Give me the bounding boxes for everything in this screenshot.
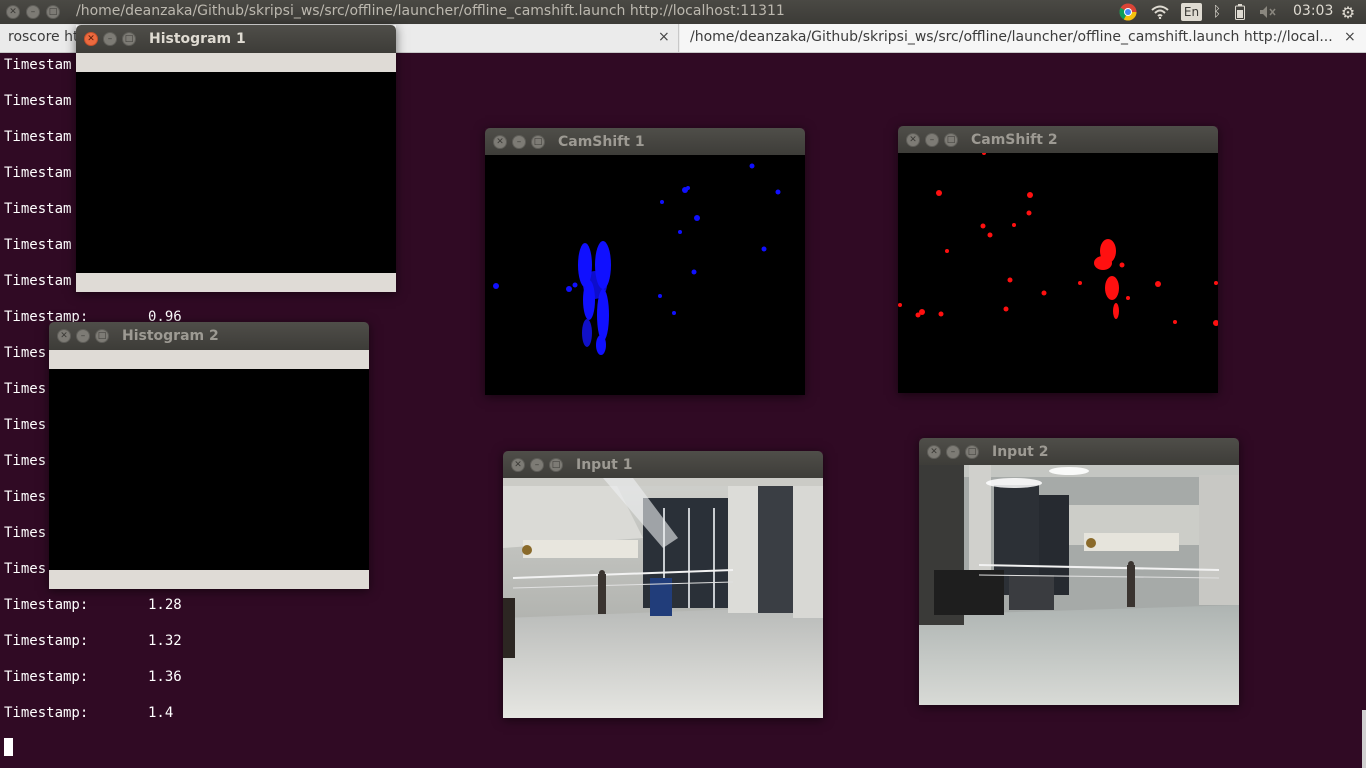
timestamp-label: Timestamp: bbox=[4, 705, 89, 721]
maximize-icon[interactable]: □ bbox=[122, 32, 136, 46]
maximize-icon[interactable]: □ bbox=[549, 458, 563, 472]
minimize-icon[interactable]: – bbox=[76, 329, 90, 343]
timestamp-label: Times bbox=[4, 417, 47, 433]
close-icon[interactable]: ✕ bbox=[927, 445, 941, 459]
input-1-window[interactable]: ✕ – □ Input 1 bbox=[503, 451, 823, 718]
close-icon[interactable]: ✕ bbox=[493, 135, 507, 149]
window-titlebar[interactable]: ✕ – □ CamShift 2 bbox=[898, 126, 1218, 154]
timestamp-value: 1.4 bbox=[148, 705, 174, 721]
timestamp-label: Timestam bbox=[4, 273, 72, 289]
window-title: Input 1 bbox=[576, 457, 633, 473]
close-icon[interactable]: × bbox=[1344, 29, 1356, 45]
tracking-mask bbox=[898, 153, 1218, 326]
timestamp-label: Times bbox=[4, 561, 47, 577]
timestamp-label: Timestam bbox=[4, 129, 72, 145]
tab-label: /home/deanzaka/Github/skripsi_ws/src/off… bbox=[690, 29, 1333, 45]
clock[interactable]: 03:03 bbox=[1293, 3, 1333, 19]
keyboard-layout-indicator[interactable]: En bbox=[1181, 3, 1202, 21]
timestamp-value: 1.28 bbox=[148, 597, 182, 613]
maximize-icon[interactable]: □ bbox=[944, 133, 958, 147]
close-icon[interactable]: ✕ bbox=[84, 32, 98, 46]
window-title: Histogram 1 bbox=[149, 31, 246, 47]
timestamp-value: 1.36 bbox=[148, 669, 182, 685]
minimize-icon[interactable]: – bbox=[103, 32, 117, 46]
wifi-icon[interactable] bbox=[1150, 3, 1170, 21]
camshift-2-window[interactable]: ✕ – □ CamShift 2 bbox=[898, 126, 1218, 393]
maximize-icon[interactable]: □ bbox=[531, 135, 545, 149]
timestamp-label: Timestamp: bbox=[4, 597, 89, 613]
timestamp-value: 1.32 bbox=[148, 633, 182, 649]
camera-frame-image bbox=[919, 465, 1239, 705]
input-2-window[interactable]: ✕ – □ Input 2 bbox=[919, 438, 1239, 705]
camshift-1-window[interactable]: ✕ – □ CamShift 1 bbox=[485, 128, 805, 395]
camera-feed bbox=[503, 478, 823, 718]
window-title: CamShift 1 bbox=[558, 134, 645, 150]
timestamp-label: Times bbox=[4, 381, 47, 397]
maximize-window-button[interactable]: □ bbox=[46, 5, 60, 19]
histogram-1-window[interactable]: ✕ – □ Histogram 1 bbox=[76, 25, 396, 292]
histogram-band bbox=[49, 570, 369, 589]
minimize-icon[interactable]: – bbox=[530, 458, 544, 472]
minimize-window-button[interactable]: – bbox=[26, 5, 40, 19]
battery-icon[interactable] bbox=[1233, 3, 1247, 21]
close-icon[interactable]: × bbox=[658, 29, 670, 45]
timestamp-label: Timestam bbox=[4, 165, 72, 181]
tab-offline-camshift[interactable]: /home/deanzaka/Github/skripsi_ws/src/off… bbox=[680, 24, 1366, 52]
window-title: CamShift 2 bbox=[971, 132, 1058, 148]
minimize-icon[interactable]: – bbox=[925, 133, 939, 147]
scrollbar[interactable] bbox=[1362, 710, 1366, 768]
text-cursor bbox=[4, 738, 13, 756]
histogram-band bbox=[76, 273, 396, 292]
bluetooth-icon[interactable]: ᛒ bbox=[1210, 3, 1224, 21]
tab-label: roscore ht bbox=[8, 29, 79, 45]
histogram-band bbox=[49, 350, 369, 369]
timestamp-label: Timestamp: bbox=[4, 633, 89, 649]
histogram-2-window[interactable]: ✕ – □ Histogram 2 bbox=[49, 322, 369, 589]
window-titlebar[interactable]: ✕ – □ CamShift 1 bbox=[485, 128, 805, 156]
minimize-icon[interactable]: – bbox=[946, 445, 960, 459]
camshift-mask-view bbox=[898, 153, 1218, 393]
close-icon[interactable]: ✕ bbox=[511, 458, 525, 472]
window-title: Input 2 bbox=[992, 444, 1049, 460]
active-window-title: /home/deanzaka/Github/skripsi_ws/src/off… bbox=[76, 3, 785, 19]
timestamp-label: Timestam bbox=[4, 93, 72, 109]
minimize-icon[interactable]: – bbox=[512, 135, 526, 149]
close-window-button[interactable]: ✕ bbox=[6, 5, 20, 19]
timestamp-label: Timestam bbox=[4, 57, 72, 73]
camera-feed bbox=[919, 465, 1239, 705]
histogram-band bbox=[76, 53, 396, 72]
maximize-icon[interactable]: □ bbox=[965, 445, 979, 459]
window-titlebar[interactable]: ✕ – □ Input 2 bbox=[919, 438, 1239, 466]
top-panel: ✕ – □ /home/deanzaka/Github/skripsi_ws/s… bbox=[0, 0, 1366, 24]
timestamp-label: Times bbox=[4, 345, 47, 361]
camshift-mask-view bbox=[485, 155, 805, 395]
window-title: Histogram 2 bbox=[122, 328, 219, 344]
gear-icon[interactable]: ⚙ bbox=[1338, 3, 1358, 22]
timestamp-label: Times bbox=[4, 453, 47, 469]
timestamp-label: Timestam bbox=[4, 237, 72, 253]
chrome-icon[interactable] bbox=[1118, 3, 1138, 21]
timestamp-label: Timestam bbox=[4, 201, 72, 217]
timestamp-label: Times bbox=[4, 489, 47, 505]
tracking-mask bbox=[493, 163, 781, 355]
histogram-canvas bbox=[49, 350, 369, 589]
window-titlebar[interactable]: ✕ – □ Input 1 bbox=[503, 451, 823, 479]
timestamp-label: Times bbox=[4, 525, 47, 541]
sound-muted-icon[interactable] bbox=[1259, 3, 1277, 21]
histogram-canvas bbox=[76, 53, 396, 292]
close-icon[interactable]: ✕ bbox=[906, 133, 920, 147]
timestamp-label: Timestamp: bbox=[4, 669, 89, 685]
window-titlebar[interactable]: ✕ – □ Histogram 2 bbox=[49, 322, 369, 350]
close-icon[interactable]: ✕ bbox=[57, 329, 71, 343]
window-titlebar[interactable]: ✕ – □ Histogram 1 bbox=[76, 25, 396, 53]
maximize-icon[interactable]: □ bbox=[95, 329, 109, 343]
camera-frame-image bbox=[503, 478, 823, 718]
